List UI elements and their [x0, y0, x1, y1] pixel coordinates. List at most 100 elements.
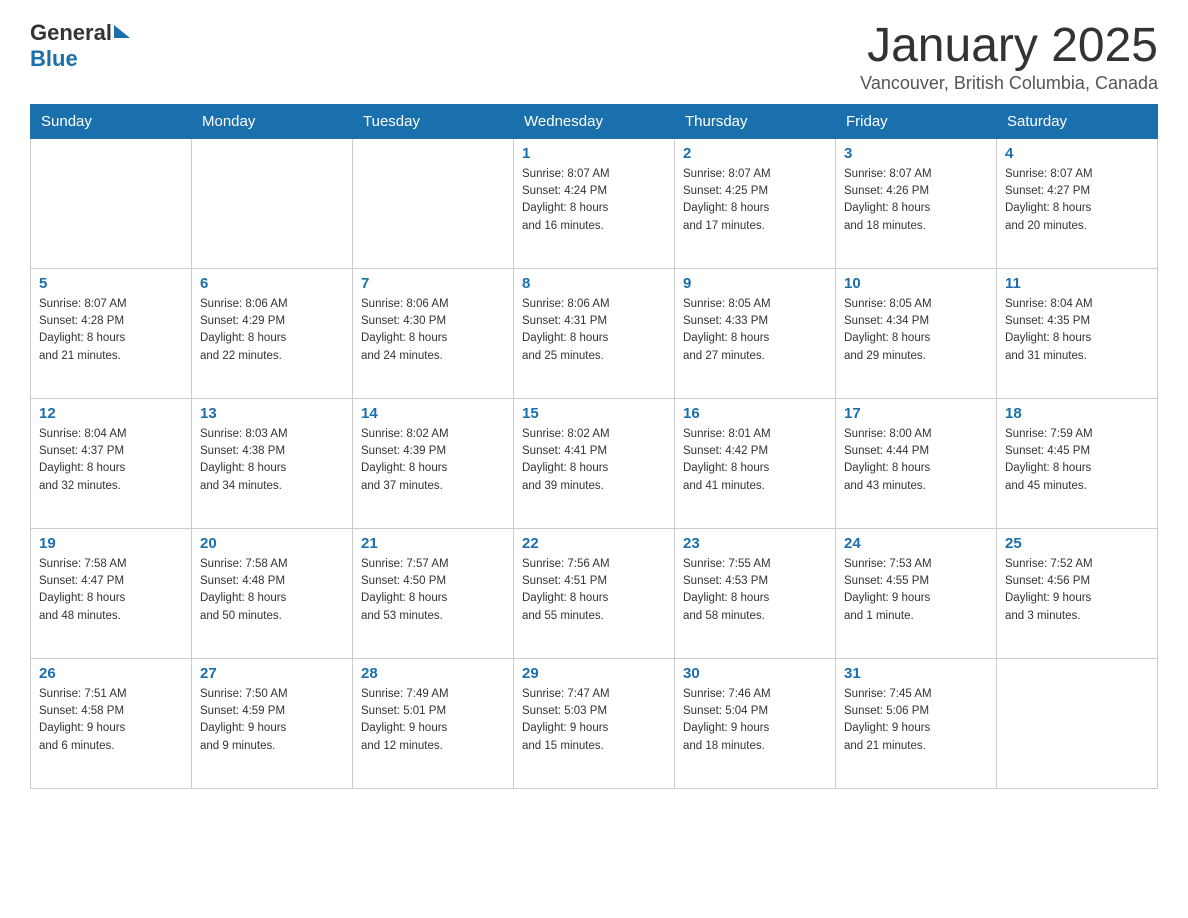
calendar-cell [353, 138, 514, 268]
day-number: 1 [522, 145, 666, 162]
calendar-cell [997, 658, 1158, 788]
day-number: 27 [200, 665, 344, 682]
day-info: Sunrise: 8:01 AM Sunset: 4:42 PM Dayligh… [683, 426, 827, 495]
day-number: 12 [39, 405, 183, 422]
calendar-cell: 6Sunrise: 8:06 AM Sunset: 4:29 PM Daylig… [192, 268, 353, 398]
location-text: Vancouver, British Columbia, Canada [860, 73, 1158, 94]
day-number: 30 [683, 665, 827, 682]
day-number: 22 [522, 535, 666, 552]
day-number: 21 [361, 535, 505, 552]
calendar-cell: 3Sunrise: 8:07 AM Sunset: 4:26 PM Daylig… [836, 138, 997, 268]
calendar-cell: 14 Sunrise: 8:02 AM Sunset: 4:39 PM Dayli… [353, 398, 514, 528]
day-info: Sunrise: 8:00 AM Sunset: 4:44 PM Dayligh… [844, 426, 988, 495]
day-number: 15 [522, 405, 666, 422]
calendar-cell: 31 Sunrise: 7:45 AM Sunset: 5:06 PM Dayli… [836, 658, 997, 788]
day-info: Sunrise: 8:07 AM Sunset: 4:27 PM Dayligh… [1005, 166, 1149, 235]
day-info: Sunrise: 7:58 AM Sunset: 4:47 PM Dayligh… [39, 556, 183, 625]
day-info: Sunrise: 8:02 AM Sunset: 4:41 PM Dayligh… [522, 426, 666, 495]
day-number: 13 [200, 405, 344, 422]
calendar-cell: 29 Sunrise: 7:47 AM Sunset: 5:03 PM Dayli… [514, 658, 675, 788]
day-number: 10 [844, 275, 988, 292]
calendar-cell: 22 Sunrise: 7:56 AM Sunset: 4:51 PM Dayli… [514, 528, 675, 658]
calendar-cell: 11 Sunrise: 8:04 AM Sunset: 4:35 PM Dayli… [997, 268, 1158, 398]
day-info: Sunrise: 7:52 AM Sunset: 4:56 PM Dayligh… [1005, 556, 1149, 625]
calendar-week-row: 19 Sunrise: 7:58 AM Sunset: 4:47 PM Dayli… [31, 528, 1158, 658]
day-info: Sunrise: 8:07 AM Sunset: 4:28 PM Dayligh… [39, 296, 183, 365]
day-number: 9 [683, 275, 827, 292]
day-number: 7 [361, 275, 505, 292]
day-info: Sunrise: 8:06 AM Sunset: 4:31 PM Dayligh… [522, 296, 666, 365]
day-info: Sunrise: 8:07 AM Sunset: 4:25 PM Dayligh… [683, 166, 827, 235]
day-header-thursday: Thursday [675, 104, 836, 138]
day-number: 29 [522, 665, 666, 682]
calendar-cell: 25Sunrise: 7:52 AM Sunset: 4:56 PM Dayli… [997, 528, 1158, 658]
calendar-cell: 1 Sunrise: 8:07 AM Sunset: 4:24 PM Daylig… [514, 138, 675, 268]
day-info: Sunrise: 8:04 AM Sunset: 4:35 PM Dayligh… [1005, 296, 1149, 365]
calendar-cell: 26 Sunrise: 7:51 AM Sunset: 4:58 PM Dayli… [31, 658, 192, 788]
day-info: Sunrise: 7:46 AM Sunset: 5:04 PM Dayligh… [683, 686, 827, 755]
calendar-cell: 28Sunrise: 7:49 AM Sunset: 5:01 PM Dayli… [353, 658, 514, 788]
day-info: Sunrise: 7:53 AM Sunset: 4:55 PM Dayligh… [844, 556, 988, 625]
day-number: 23 [683, 535, 827, 552]
day-info: Sunrise: 7:47 AM Sunset: 5:03 PM Dayligh… [522, 686, 666, 755]
day-info: Sunrise: 8:07 AM Sunset: 4:24 PM Dayligh… [522, 166, 666, 235]
calendar-cell: 17 Sunrise: 8:00 AM Sunset: 4:44 PM Dayli… [836, 398, 997, 528]
day-number: 20 [200, 535, 344, 552]
day-number: 24 [844, 535, 988, 552]
day-header-tuesday: Tuesday [353, 104, 514, 138]
day-info: Sunrise: 7:45 AM Sunset: 5:06 PM Dayligh… [844, 686, 988, 755]
page-header: General Blue January 2025 Vancouver, Bri… [30, 20, 1158, 94]
day-number: 5 [39, 275, 183, 292]
calendar-week-row: 1 Sunrise: 8:07 AM Sunset: 4:24 PM Daylig… [31, 138, 1158, 268]
day-number: 31 [844, 665, 988, 682]
calendar-cell: 7 Sunrise: 8:06 AM Sunset: 4:30 PM Daylig… [353, 268, 514, 398]
day-info: Sunrise: 7:49 AM Sunset: 5:01 PM Dayligh… [361, 686, 505, 755]
day-header-monday: Monday [192, 104, 353, 138]
day-number: 14 [361, 405, 505, 422]
calendar-cell: 13 Sunrise: 8:03 AM Sunset: 4:38 PM Dayli… [192, 398, 353, 528]
day-info: Sunrise: 7:58 AM Sunset: 4:48 PM Dayligh… [200, 556, 344, 625]
logo-blue-text: Blue [30, 46, 78, 71]
day-info: Sunrise: 7:50 AM Sunset: 4:59 PM Dayligh… [200, 686, 344, 755]
day-header-friday: Friday [836, 104, 997, 138]
calendar-week-row: 5 Sunrise: 8:07 AM Sunset: 4:28 PM Daylig… [31, 268, 1158, 398]
calendar-cell: 8Sunrise: 8:06 AM Sunset: 4:31 PM Daylig… [514, 268, 675, 398]
day-number: 26 [39, 665, 183, 682]
day-info: Sunrise: 8:06 AM Sunset: 4:29 PM Dayligh… [200, 296, 344, 365]
day-number: 11 [1005, 275, 1149, 292]
day-info: Sunrise: 8:05 AM Sunset: 4:33 PM Dayligh… [683, 296, 827, 365]
day-info: Sunrise: 7:56 AM Sunset: 4:51 PM Dayligh… [522, 556, 666, 625]
day-info: Sunrise: 8:02 AM Sunset: 4:39 PM Dayligh… [361, 426, 505, 495]
calendar-cell: 24 Sunrise: 7:53 AM Sunset: 4:55 PM Dayli… [836, 528, 997, 658]
day-header-wednesday: Wednesday [514, 104, 675, 138]
day-number: 17 [844, 405, 988, 422]
day-info: Sunrise: 7:51 AM Sunset: 4:58 PM Dayligh… [39, 686, 183, 755]
calendar-cell: 15 Sunrise: 8:02 AM Sunset: 4:41 PM Dayli… [514, 398, 675, 528]
calendar-cell: 19 Sunrise: 7:58 AM Sunset: 4:47 PM Dayli… [31, 528, 192, 658]
day-info: Sunrise: 8:03 AM Sunset: 4:38 PM Dayligh… [200, 426, 344, 495]
calendar-cell: 9 Sunrise: 8:05 AM Sunset: 4:33 PM Daylig… [675, 268, 836, 398]
day-header-saturday: Saturday [997, 104, 1158, 138]
logo-triangle-icon [114, 25, 130, 38]
calendar-table: SundayMondayTuesdayWednesdayThursdayFrid… [30, 104, 1158, 789]
calendar-cell: 4 Sunrise: 8:07 AM Sunset: 4:27 PM Daylig… [997, 138, 1158, 268]
day-number: 19 [39, 535, 183, 552]
calendar-cell: 23 Sunrise: 7:55 AM Sunset: 4:53 PM Dayli… [675, 528, 836, 658]
calendar-cell: 21 Sunrise: 7:57 AM Sunset: 4:50 PM Dayli… [353, 528, 514, 658]
logo-general-text: General [30, 20, 112, 46]
day-number: 4 [1005, 145, 1149, 162]
day-info: Sunrise: 8:04 AM Sunset: 4:37 PM Dayligh… [39, 426, 183, 495]
calendar-header: SundayMondayTuesdayWednesdayThursdayFrid… [31, 104, 1158, 138]
calendar-cell: 27 Sunrise: 7:50 AM Sunset: 4:59 PM Dayli… [192, 658, 353, 788]
calendar-cell: 10Sunrise: 8:05 AM Sunset: 4:34 PM Dayli… [836, 268, 997, 398]
calendar-cell: 12 Sunrise: 8:04 AM Sunset: 4:37 PM Dayli… [31, 398, 192, 528]
calendar-week-row: 26 Sunrise: 7:51 AM Sunset: 4:58 PM Dayli… [31, 658, 1158, 788]
calendar-cell: 20 Sunrise: 7:58 AM Sunset: 4:48 PM Dayli… [192, 528, 353, 658]
day-info: Sunrise: 7:57 AM Sunset: 4:50 PM Dayligh… [361, 556, 505, 625]
day-info: Sunrise: 8:06 AM Sunset: 4:30 PM Dayligh… [361, 296, 505, 365]
day-number: 3 [844, 145, 988, 162]
day-info: Sunrise: 7:55 AM Sunset: 4:53 PM Dayligh… [683, 556, 827, 625]
day-header-sunday: Sunday [31, 104, 192, 138]
month-title: January 2025 [860, 20, 1158, 73]
calendar-week-row: 12 Sunrise: 8:04 AM Sunset: 4:37 PM Dayli… [31, 398, 1158, 528]
